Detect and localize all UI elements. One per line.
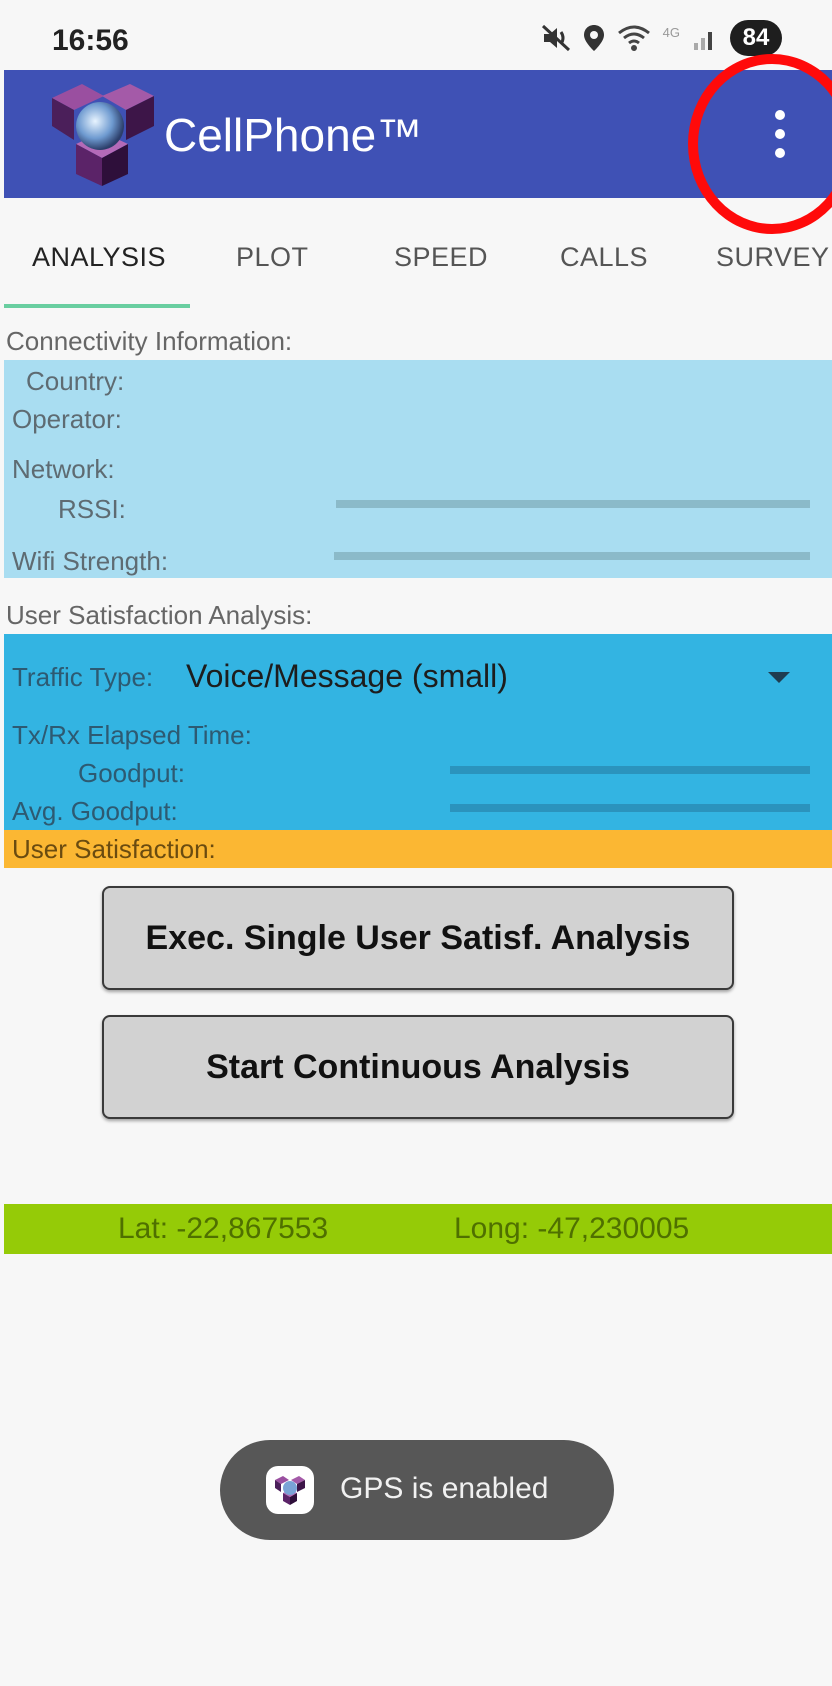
gps-toast: GPS is enabled	[220, 1440, 614, 1540]
wifi-strength-bar	[334, 552, 810, 560]
status-icons: 4G 84	[541, 20, 782, 56]
single-analysis-button[interactable]: Exec. Single User Satisf. Analysis	[102, 886, 734, 990]
battery-level: 84	[742, 24, 770, 51]
tab-survey[interactable]: SURVEY	[716, 242, 830, 273]
traffic-type-label: Traffic Type:	[12, 662, 154, 692]
wifi-strength-label: Wifi Strength:	[12, 546, 169, 576]
user-satisfaction-panel: Traffic Type: Voice/Message (small) Tx/R…	[4, 634, 832, 830]
tab-indicator	[4, 304, 190, 308]
tab-plot[interactable]: PLOT	[236, 242, 309, 273]
toast-message: GPS is enabled	[340, 1472, 549, 1505]
continuous-analysis-button[interactable]: Start Continuous Analysis	[102, 1015, 734, 1119]
traffic-type-select[interactable]: Voice/Message (small)	[186, 658, 508, 695]
status-time: 16:56	[52, 24, 129, 57]
connectivity-section-label: Connectivity Information:	[6, 326, 293, 356]
rssi-label: RSSI:	[58, 494, 126, 524]
battery-icon: 84	[730, 20, 782, 56]
user-satisfaction-section-label: User Satisfaction Analysis:	[6, 600, 313, 630]
goodput-label: Goodput:	[78, 758, 185, 788]
wifi-icon	[617, 25, 650, 51]
elapsed-time-label: Tx/Rx Elapsed Time:	[12, 720, 252, 750]
mute-icon	[541, 24, 570, 52]
operator-label: Operator:	[12, 404, 122, 434]
network-type-label: 4G	[662, 24, 680, 40]
tab-calls[interactable]: CALLS	[560, 242, 648, 273]
tab-analysis[interactable]: ANALYSIS	[32, 242, 166, 273]
avg-goodput-bar	[450, 804, 810, 812]
country-label: Country:	[26, 366, 125, 396]
goodput-bar	[450, 766, 810, 774]
screen: 16:56 4G 84 CellPhone™ ANALYSIS PLOT SPE…	[0, 0, 832, 1686]
app-logo-icon	[52, 84, 154, 186]
status-bar: 16:56 4G 84	[0, 0, 832, 70]
rssi-bar	[336, 500, 810, 508]
connectivity-panel: Country: Operator: Network: RSSI: Wifi S…	[4, 360, 832, 578]
dropdown-arrow-icon[interactable]	[768, 672, 790, 683]
location-pin-icon	[583, 25, 604, 51]
app-title: CellPhone™	[164, 109, 423, 161]
location-strip: Lat: -22,867553 Long: -47,230005	[4, 1204, 832, 1254]
app-logo-icon	[266, 1466, 314, 1514]
user-satisfaction-label: User Satisfaction:	[12, 834, 216, 864]
latitude-text: Lat: -22,867553	[118, 1212, 329, 1245]
tab-bar: ANALYSIS PLOT SPEED CALLS SURVEY	[0, 198, 832, 310]
network-label: Network:	[12, 454, 115, 484]
signal-icon	[694, 32, 712, 50]
user-satisfaction-strip: User Satisfaction:	[4, 830, 832, 868]
tab-speed[interactable]: SPEED	[394, 242, 488, 273]
longitude-text: Long: -47,230005	[454, 1212, 690, 1245]
avg-goodput-label: Avg. Goodput:	[12, 796, 178, 826]
